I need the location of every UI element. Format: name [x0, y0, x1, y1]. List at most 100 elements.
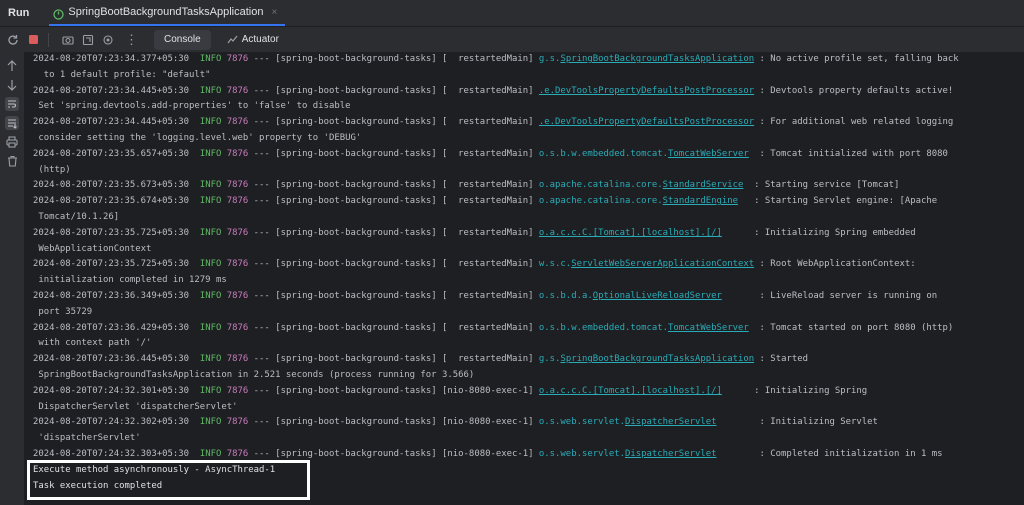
log-continuation: WebApplicationContext [33, 243, 152, 254]
log-app-name: [spring-boot-background-tasks] [275, 354, 437, 365]
log-app-name: [spring-boot-background-tasks] [275, 85, 437, 96]
arrow-up-icon[interactable] [0, 57, 24, 75]
actuator-icon [227, 34, 238, 45]
log-logger-prefix: o.s.web.servlet. [538, 448, 625, 459]
log-separator: --- [253, 227, 270, 238]
log-thread: [ restartedMain] [442, 117, 534, 128]
log-timestamp: 2024-08-20T07:24:32.302+05:30 [33, 417, 190, 428]
log-message: : Started [759, 354, 808, 365]
logger-class-link[interactable]: o.a.c.c.C.[Tomcat].[localhost].[/] [539, 228, 722, 238]
log-timestamp: 2024-08-20T07:23:34.445+05:30 [33, 117, 190, 128]
log-logger: o.apache.catalina.core.StandardEngine [539, 196, 738, 206]
logger-class-link[interactable]: .e.DevToolsPropertyDefaultsPostProcessor [539, 117, 754, 127]
log-thread: [nio-8080-exec-1] [442, 385, 534, 396]
log-pid: 7876 [226, 417, 249, 428]
logger-class-link[interactable]: ServletWebServerApplicationContext [571, 259, 754, 269]
log-level: INFO [199, 227, 222, 238]
log-timestamp: 2024-08-20T07:24:32.301+05:30 [33, 385, 190, 396]
log-logger: w.s.c.ServletWebServerApplicationContext [539, 259, 754, 269]
console-output[interactable]: 2024-08-20T07:23:34.377+05:30 INFO 7876 … [27, 52, 1024, 505]
settings-gear-icon[interactable] [101, 33, 115, 47]
log-separator: --- [253, 259, 270, 270]
log-line: 2024-08-20T07:23:34.377+05:30 INFO 7876 … [27, 52, 1024, 68]
close-tab-icon[interactable]: × [271, 7, 277, 18]
log-message: : Starting service [Tomcat] [754, 180, 900, 191]
log-line: 2024-08-20T07:24:32.302+05:30 INFO 7876 … [27, 415, 1024, 431]
log-timestamp: 2024-08-20T07:24:32.303+05:30 [33, 448, 190, 459]
run-toolbar: ⋮ Console Actuator [0, 27, 1024, 52]
actuator-tab-label: Actuator [241, 34, 279, 45]
log-line: 'dispatcherServlet' [27, 431, 1024, 447]
log-line: WebApplicationContext [27, 242, 1024, 258]
log-logger-prefix: o.s.b.d.a. [538, 290, 593, 301]
log-continuation: initialization completed in 1279 ms [33, 275, 227, 286]
log-thread: [ restartedMain] [442, 180, 534, 191]
log-logger-prefix: w.s.c. [538, 259, 572, 270]
log-logger: o.s.b.w.embedded.tomcat.TomcatWebServer [539, 149, 749, 159]
camera-icon[interactable] [61, 33, 75, 47]
log-line: 2024-08-20T07:23:35.673+05:30 INFO 7876 … [27, 178, 1024, 194]
logger-class-link[interactable]: SpringBootBackgroundTasksApplication [560, 354, 754, 364]
tab-console[interactable]: Console [154, 29, 211, 50]
run-config-tab-label: SpringBootBackgroundTasksApplication [68, 6, 264, 18]
print-icon[interactable] [0, 133, 24, 151]
log-level: INFO [199, 354, 222, 365]
log-level: INFO [199, 290, 222, 301]
log-thread: [ restartedMain] [442, 148, 534, 159]
log-logger-prefix: g.s. [538, 354, 561, 365]
log-message: : Root WebApplicationContext: [759, 259, 916, 270]
logger-class-link[interactable]: TomcatWebServer [668, 323, 749, 333]
log-logger: o.a.c.c.C.[Tomcat].[localhost].[/] [539, 228, 722, 238]
logger-class-link[interactable]: StandardService [663, 180, 744, 190]
logger-class-link[interactable]: TomcatWebServer [668, 149, 749, 159]
log-separator: --- [253, 322, 270, 333]
arrow-down-icon[interactable] [0, 76, 24, 94]
log-level: INFO [199, 196, 222, 207]
log-thread: [ restartedMain] [442, 196, 534, 207]
log-message: : Initializing Servlet [759, 417, 878, 428]
scroll-to-end-icon[interactable] [0, 114, 24, 132]
restore-layout-icon[interactable] [81, 33, 95, 47]
log-continuation: SpringBootBackgroundTasksApplication in … [33, 369, 475, 380]
trash-icon[interactable] [0, 152, 24, 170]
log-logger: .e.DevToolsPropertyDefaultsPostProcessor [539, 117, 754, 127]
log-level: INFO [199, 117, 222, 128]
log-level: INFO [199, 148, 222, 159]
logger-class-link[interactable]: .e.DevToolsPropertyDefaultsPostProcessor [539, 86, 754, 96]
logger-class-link[interactable]: SpringBootBackgroundTasksApplication [560, 54, 754, 64]
log-continuation: Set 'spring.devtools.add-properties' to … [33, 101, 351, 112]
log-pid: 7876 [226, 290, 249, 301]
log-line: with context path '/' [27, 336, 1024, 352]
logger-class-link[interactable]: DispatcherServlet [625, 449, 716, 459]
run-config-tab[interactable]: SpringBootBackgroundTasksApplication × [49, 0, 286, 26]
more-options-icon[interactable]: ⋮ [125, 32, 138, 48]
log-thread: [ restartedMain] [442, 54, 534, 64]
highlight-annotation-box [27, 460, 310, 500]
log-pid: 7876 [226, 322, 249, 333]
soft-wrap-icon[interactable] [0, 95, 24, 113]
log-line: 2024-08-20T07:23:35.657+05:30 INFO 7876 … [27, 147, 1024, 163]
log-line: Set 'spring.devtools.add-properties' to … [27, 99, 1024, 115]
stop-icon[interactable] [26, 33, 40, 47]
log-timestamp: 2024-08-20T07:23:36.349+05:30 [33, 290, 190, 301]
log-app-name: [spring-boot-background-tasks] [275, 322, 437, 333]
log-thread: [nio-8080-exec-1] [442, 417, 534, 428]
log-line: SpringBootBackgroundTasksApplication in … [27, 368, 1024, 384]
log-app-name: [spring-boot-background-tasks] [275, 385, 437, 396]
logger-class-link[interactable]: StandardEngine [663, 196, 738, 206]
log-app-name: [spring-boot-background-tasks] [275, 54, 437, 64]
tab-actuator[interactable]: Actuator [217, 30, 289, 50]
log-pid: 7876 [226, 385, 249, 396]
logger-class-link[interactable]: OptionalLiveReloadServer [593, 291, 722, 301]
log-line: Tomcat/10.1.26] [27, 210, 1024, 226]
toolbar-divider [48, 32, 49, 47]
log-pid: 7876 [226, 259, 249, 270]
logger-class-link[interactable]: o.a.c.c.C.[Tomcat].[localhost].[/] [539, 386, 722, 396]
rerun-icon[interactable] [6, 33, 20, 47]
log-timestamp: 2024-08-20T07:23:35.725+05:30 [33, 259, 190, 270]
log-line: 2024-08-20T07:23:36.429+05:30 INFO 7876 … [27, 321, 1024, 337]
logger-class-link[interactable]: DispatcherServlet [625, 417, 716, 427]
log-pid: 7876 [226, 227, 249, 238]
log-separator: --- [253, 148, 270, 159]
log-timestamp: 2024-08-20T07:23:35.674+05:30 [33, 196, 190, 207]
